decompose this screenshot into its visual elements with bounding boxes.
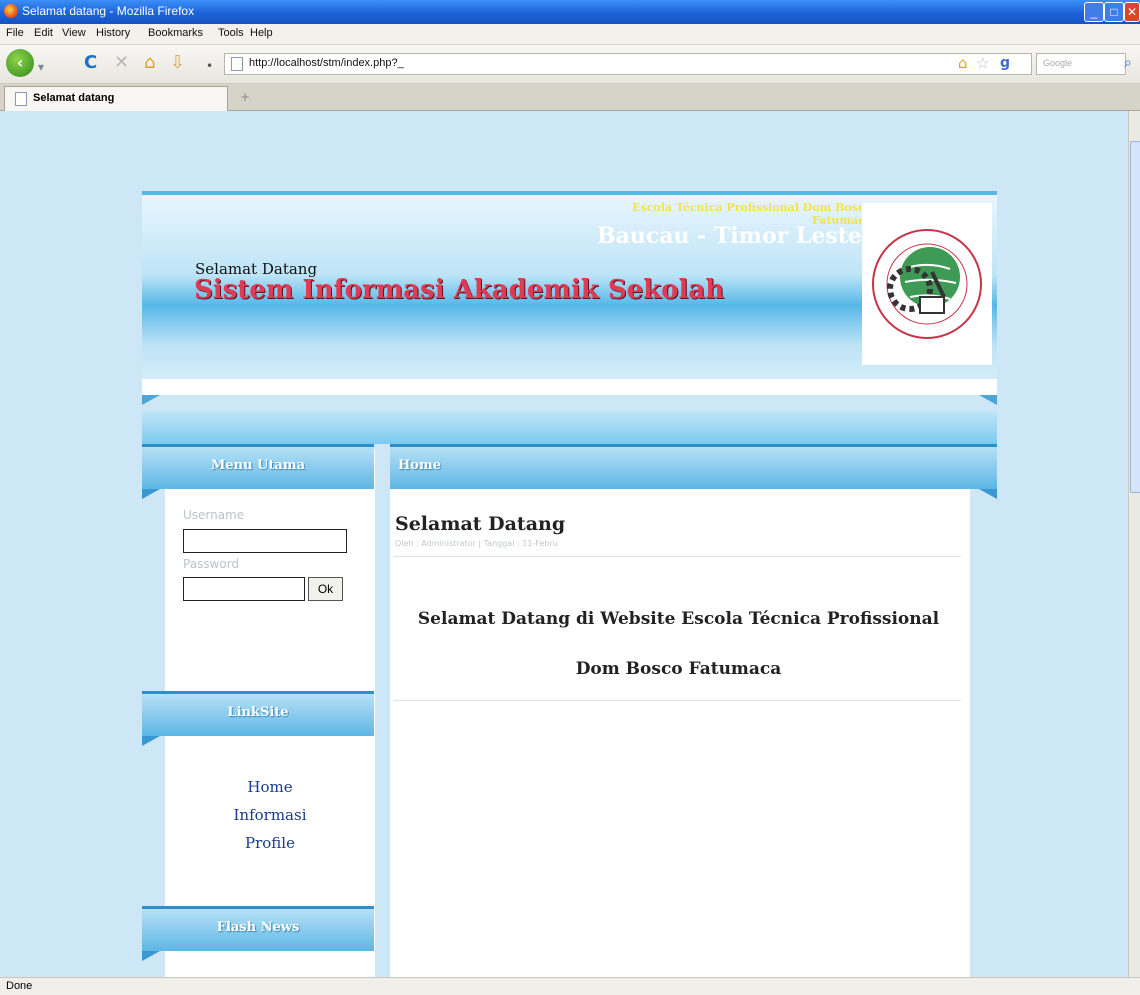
firefox-icon bbox=[4, 4, 18, 18]
separator-dot: • bbox=[206, 59, 214, 73]
search-placeholder: Google bbox=[1043, 58, 1073, 68]
menu-bar: File Edit View History Bookmarks Tools H… bbox=[0, 24, 1140, 45]
status-text: Done bbox=[6, 980, 33, 992]
article-body-line2: Dom Bosco Fatumaca bbox=[575, 659, 782, 679]
search-go-icon[interactable]: ⌕ bbox=[1124, 53, 1132, 73]
linksite-header: LinkSite bbox=[142, 691, 374, 746]
search-input[interactable]: Google bbox=[1036, 53, 1126, 75]
article-body-line1: Selamat Datang di Website Escola Técnica… bbox=[417, 609, 940, 629]
article-meta: Oleh : Administrator | Tanggal : 11-Febr… bbox=[395, 539, 558, 548]
password-label: Password bbox=[183, 557, 240, 571]
menu-edit[interactable]: Edit bbox=[34, 27, 53, 39]
home-section-header: Home bbox=[390, 444, 997, 499]
menu-history[interactable]: History bbox=[96, 27, 130, 39]
ok-button[interactable]: Ok bbox=[308, 577, 343, 601]
menu-tools[interactable]: Tools bbox=[218, 27, 244, 39]
article-title: Selamat Datang bbox=[395, 513, 566, 535]
home-section-title: Home bbox=[398, 458, 441, 473]
google-search-engine-icon[interactable]: g bbox=[1000, 55, 1016, 71]
history-dropdown-icon[interactable]: ▾ bbox=[38, 57, 44, 77]
menu-utama-title: Menu Utama bbox=[210, 458, 306, 473]
minimize-button[interactable]: _ bbox=[1084, 2, 1104, 22]
menu-utama-header: Menu Utama bbox=[142, 444, 374, 499]
maximize-button[interactable]: □ bbox=[1104, 2, 1124, 22]
school-location: Baucau - Timor Leste bbox=[597, 223, 862, 249]
flash-news-title: Flash News bbox=[216, 920, 300, 935]
site-title: Sistem Informasi Akademik Sekolah bbox=[194, 275, 725, 305]
menu-bookmarks[interactable]: Bookmarks bbox=[148, 27, 203, 39]
back-button[interactable]: ‹ bbox=[6, 49, 34, 77]
scrollbar-thumb[interactable] bbox=[1130, 141, 1140, 493]
vertical-scrollbar[interactable] bbox=[1128, 111, 1140, 977]
menu-help[interactable]: Help bbox=[250, 27, 273, 39]
link-home[interactable]: Home bbox=[165, 773, 375, 801]
header-bar bbox=[142, 411, 997, 444]
header-footer-strip bbox=[142, 379, 997, 395]
address-bar[interactable]: http://localhost/stm/index.php?_ bbox=[224, 53, 1032, 75]
tab-selamat-datang[interactable]: Selamat datang bbox=[4, 86, 228, 111]
username-label: Username bbox=[183, 508, 245, 522]
stop-icon[interactable]: ✕ bbox=[114, 53, 129, 73]
star-icon[interactable]: ☆ bbox=[976, 53, 989, 73]
home-bookmark-icon[interactable]: ⌂ bbox=[958, 53, 968, 73]
school-logo bbox=[862, 203, 992, 365]
linksite-title: LinkSite bbox=[227, 705, 289, 720]
home-icon[interactable]: ⌂ bbox=[144, 53, 155, 73]
window-title: Selamat datang - Mozilla Firefox bbox=[22, 4, 195, 18]
logo-emblem bbox=[872, 229, 982, 339]
navigation-toolbar: ‹ ▾ C ✕ ⌂ ⇩ • http://localhost/stm/index… bbox=[0, 45, 1140, 84]
header-fold-right bbox=[979, 395, 997, 405]
divider bbox=[394, 700, 961, 701]
new-tab-button[interactable]: + bbox=[240, 90, 250, 104]
link-informasi[interactable]: Informasi bbox=[165, 801, 375, 829]
linksite-list: Home Informasi Profile bbox=[165, 773, 375, 857]
flash-news-header: Flash News bbox=[142, 906, 374, 961]
link-profile[interactable]: Profile bbox=[165, 829, 375, 857]
fold-right bbox=[979, 489, 997, 499]
page-icon bbox=[15, 92, 27, 106]
divider bbox=[394, 556, 961, 557]
menu-file[interactable]: File bbox=[6, 27, 24, 39]
download-icon[interactable]: ⇩ bbox=[170, 53, 185, 73]
fold-left bbox=[142, 489, 160, 499]
header-fold-left bbox=[142, 395, 160, 405]
fold-left bbox=[142, 736, 160, 746]
window-titlebar: Selamat datang - Mozilla Firefox _ □ ✕ bbox=[0, 0, 1140, 24]
close-button[interactable]: ✕ bbox=[1124, 2, 1140, 22]
username-input[interactable] bbox=[183, 529, 347, 553]
site-header: Escola Técnica Profissional Dom Bosco Fa… bbox=[142, 191, 997, 405]
fold-left bbox=[142, 951, 160, 961]
menu-view[interactable]: View bbox=[62, 27, 86, 39]
password-input[interactable] bbox=[183, 577, 305, 601]
status-bar: Done bbox=[0, 977, 1140, 995]
address-url: http://localhost/stm/index.php?_ bbox=[249, 57, 404, 69]
page-viewport: Escola Técnica Profissional Dom Bosco Fa… bbox=[0, 111, 1128, 977]
tab-label: Selamat datang bbox=[33, 92, 115, 104]
page-icon bbox=[231, 57, 243, 71]
reload-icon[interactable]: C bbox=[84, 53, 97, 73]
tab-bar: Selamat datang + bbox=[0, 84, 1140, 111]
